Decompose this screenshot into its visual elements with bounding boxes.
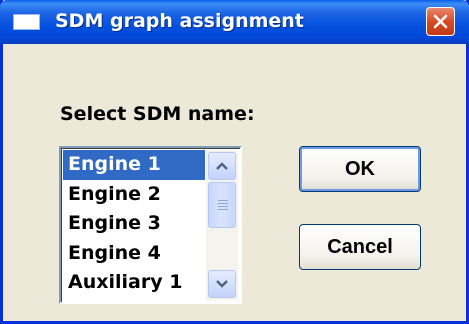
thumb-grip-line <box>218 206 228 207</box>
sdm-name-list: Engine 1 Engine 2 Engine 3 Engine 4 Auxi… <box>63 150 205 298</box>
list-item-engine-4[interactable]: Engine 4 <box>63 239 205 269</box>
scroll-down-button[interactable] <box>208 270 236 298</box>
list-item-engine-1[interactable]: Engine 1 <box>63 150 205 180</box>
ok-button[interactable]: OK <box>299 146 421 192</box>
list-item-auxiliary-1[interactable]: Auxiliary 1 <box>63 268 205 298</box>
scroll-thumb[interactable] <box>208 182 236 228</box>
sdm-name-listbox[interactable]: Engine 1 Engine 2 Engine 3 Engine 4 Auxi… <box>59 146 242 304</box>
select-sdm-label: Select SDM name: <box>60 103 255 125</box>
title-bar[interactable]: SDM graph assignment <box>0 0 469 44</box>
thumb-grip-line <box>218 209 228 210</box>
dialog-window: SDM graph assignment Select SDM name: En… <box>0 0 469 324</box>
list-item-engine-3[interactable]: Engine 3 <box>63 209 205 239</box>
window-title: SDM graph assignment <box>55 10 304 32</box>
close-button[interactable] <box>426 7 455 36</box>
cancel-button[interactable]: Cancel <box>299 224 421 270</box>
vertical-scrollbar[interactable] <box>206 150 238 300</box>
thumb-grip-line <box>218 203 228 204</box>
list-item-engine-2[interactable]: Engine 2 <box>63 180 205 210</box>
thumb-grip-line <box>218 200 228 201</box>
close-icon <box>433 14 448 29</box>
chevron-up-icon <box>216 162 228 170</box>
window-icon <box>13 14 40 30</box>
chevron-down-icon <box>216 280 228 288</box>
scroll-up-button[interactable] <box>208 152 236 180</box>
